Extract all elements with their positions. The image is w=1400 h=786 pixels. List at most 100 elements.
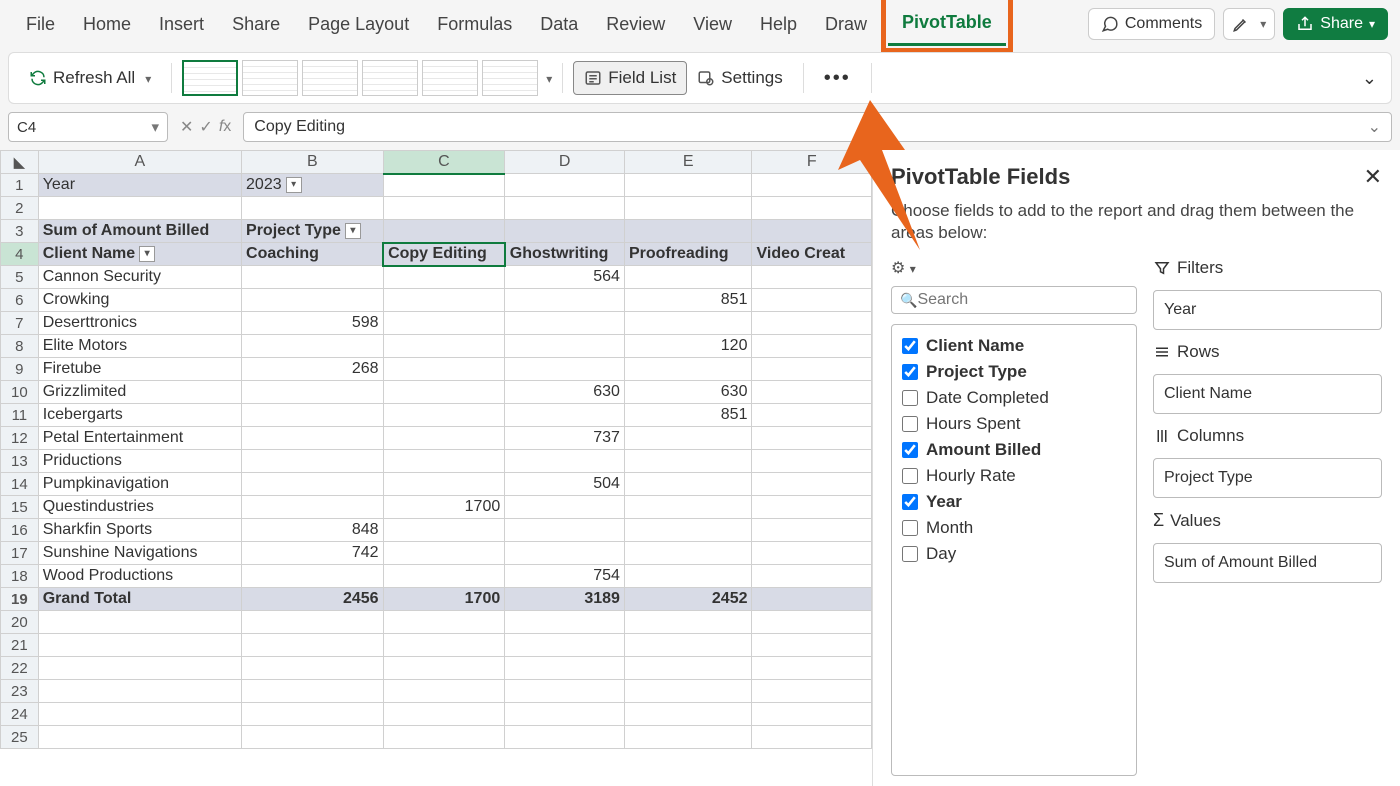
- cell[interactable]: [624, 450, 752, 473]
- cell[interactable]: Client Name▾: [38, 243, 241, 266]
- field-item[interactable]: Month: [902, 515, 1126, 541]
- field-item[interactable]: Amount Billed: [902, 437, 1126, 463]
- cell[interactable]: [752, 473, 872, 496]
- cell[interactable]: [383, 634, 505, 657]
- cell[interactable]: [624, 473, 752, 496]
- row-header[interactable]: 19: [1, 588, 39, 611]
- cell[interactable]: [383, 266, 505, 289]
- cell[interactable]: [505, 519, 625, 542]
- cell[interactable]: [752, 404, 872, 427]
- row-header[interactable]: 8: [1, 335, 39, 358]
- cell[interactable]: [624, 611, 752, 634]
- comments-button[interactable]: Comments: [1088, 8, 1215, 40]
- cell[interactable]: 598: [242, 312, 384, 335]
- field-checkbox[interactable]: [902, 546, 918, 562]
- row-header[interactable]: 13: [1, 450, 39, 473]
- field-item[interactable]: Hourly Rate: [902, 463, 1126, 489]
- cell[interactable]: [383, 174, 505, 197]
- row-header[interactable]: 11: [1, 404, 39, 427]
- columns-drop-area[interactable]: Project Type: [1153, 458, 1382, 498]
- cell[interactable]: [505, 657, 625, 680]
- cell[interactable]: [624, 680, 752, 703]
- cell[interactable]: [505, 174, 625, 197]
- cell[interactable]: Proofreading: [624, 243, 752, 266]
- cell[interactable]: [624, 266, 752, 289]
- cell[interactable]: Video Creat: [752, 243, 872, 266]
- spreadsheet-grid[interactable]: ◣ A B C D E F 1 Year 2023▾ 2 3 Sum: [0, 150, 872, 786]
- close-fields-pane[interactable]: ✕: [1364, 164, 1382, 190]
- cell[interactable]: [624, 703, 752, 726]
- field-checkbox[interactable]: [902, 468, 918, 484]
- style-swatch[interactable]: [482, 60, 538, 96]
- cell[interactable]: 848: [242, 519, 384, 542]
- tab-page-layout[interactable]: Page Layout: [294, 4, 423, 45]
- cell[interactable]: [505, 611, 625, 634]
- fields-search[interactable]: 🔍: [891, 286, 1137, 314]
- cell[interactable]: [383, 565, 505, 588]
- field-item[interactable]: Client Name: [902, 333, 1126, 359]
- cell[interactable]: [624, 565, 752, 588]
- cell[interactable]: [242, 634, 384, 657]
- cell[interactable]: [752, 703, 872, 726]
- cell[interactable]: [624, 726, 752, 749]
- cell[interactable]: [752, 565, 872, 588]
- cell[interactable]: [752, 312, 872, 335]
- tab-view[interactable]: View: [679, 4, 746, 45]
- cell[interactable]: [383, 473, 505, 496]
- row-header[interactable]: 18: [1, 565, 39, 588]
- cell[interactable]: [752, 220, 872, 243]
- cell[interactable]: [752, 335, 872, 358]
- cell[interactable]: Petal Entertainment: [38, 427, 241, 450]
- row-header[interactable]: 1: [1, 174, 39, 197]
- row-header[interactable]: 17: [1, 542, 39, 565]
- cell[interactable]: [624, 542, 752, 565]
- fields-search-input[interactable]: [917, 291, 1128, 309]
- cell[interactable]: [752, 657, 872, 680]
- row-header[interactable]: 22: [1, 657, 39, 680]
- values-drop-area[interactable]: Sum of Amount Billed: [1153, 543, 1382, 583]
- cell[interactable]: Year: [38, 174, 241, 197]
- cell[interactable]: [383, 197, 505, 220]
- collapse-ribbon[interactable]: ⌄: [1358, 64, 1381, 93]
- tab-pivottable[interactable]: PivotTable: [888, 2, 1006, 46]
- cell[interactable]: [242, 726, 384, 749]
- cell[interactable]: [38, 680, 241, 703]
- name-box[interactable]: C4▾: [8, 112, 168, 142]
- tab-help[interactable]: Help: [746, 4, 811, 45]
- tab-formulas[interactable]: Formulas: [423, 4, 526, 45]
- tab-share[interactable]: Share: [218, 4, 294, 45]
- cell[interactable]: [242, 266, 384, 289]
- cell[interactable]: [383, 519, 505, 542]
- cell[interactable]: 851: [624, 404, 752, 427]
- cell[interactable]: Grand Total: [38, 588, 241, 611]
- cell[interactable]: [38, 657, 241, 680]
- field-checkbox[interactable]: [902, 416, 918, 432]
- cell[interactable]: Ghostwriting: [505, 243, 625, 266]
- field-item[interactable]: Date Completed: [902, 385, 1126, 411]
- cell[interactable]: [505, 220, 625, 243]
- cell[interactable]: 851: [624, 289, 752, 312]
- cell[interactable]: [505, 358, 625, 381]
- row-header[interactable]: 4: [1, 243, 39, 266]
- cell[interactable]: 630: [505, 381, 625, 404]
- row-header[interactable]: 21: [1, 634, 39, 657]
- cell[interactable]: [752, 611, 872, 634]
- cell[interactable]: [383, 450, 505, 473]
- filter-dropdown[interactable]: ▾: [345, 223, 361, 239]
- cell[interactable]: [624, 634, 752, 657]
- row-header[interactable]: 24: [1, 703, 39, 726]
- row-header[interactable]: 10: [1, 381, 39, 404]
- tab-file[interactable]: File: [12, 4, 69, 45]
- cell[interactable]: Sharkfin Sports: [38, 519, 241, 542]
- cell[interactable]: [624, 197, 752, 220]
- filters-drop-area[interactable]: Year: [1153, 290, 1382, 330]
- cell[interactable]: 2023▾: [242, 174, 384, 197]
- cell[interactable]: 630: [624, 381, 752, 404]
- refresh-all-button[interactable]: Refresh All: [19, 62, 161, 94]
- cell[interactable]: [242, 404, 384, 427]
- cell[interactable]: [383, 381, 505, 404]
- filter-dropdown[interactable]: ▾: [286, 177, 302, 193]
- field-item[interactable]: Project Type: [902, 359, 1126, 385]
- row-header[interactable]: 12: [1, 427, 39, 450]
- style-swatch[interactable]: [362, 60, 418, 96]
